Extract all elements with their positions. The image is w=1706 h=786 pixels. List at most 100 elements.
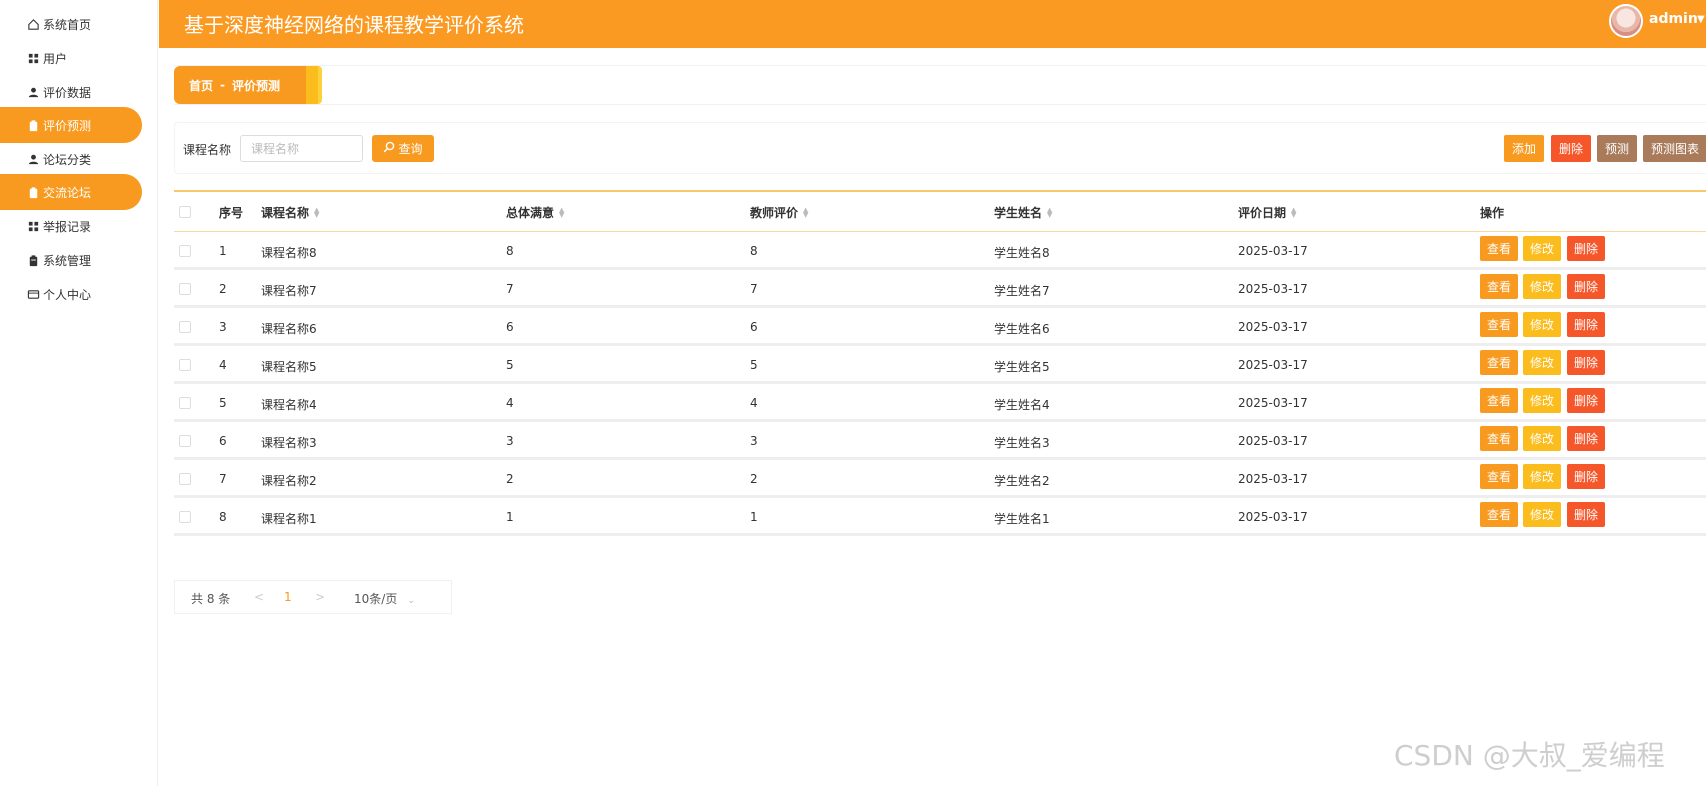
cell-course: 课程名称8 [261,246,317,260]
cell-teacher: 1 [750,510,758,524]
view-button[interactable]: 查看 [1480,388,1518,413]
sort-icon[interactable]: ▲ ▼ [1047,206,1052,218]
edit-button[interactable]: 修改 [1523,236,1561,261]
cell-date: 2025-03-17 [1238,244,1308,258]
chevron-down-icon[interactable]: ▼ [1697,14,1705,25]
username[interactable]: admin [1649,11,1698,27]
sidebar-item-8[interactable]: 个人中心 [0,276,142,312]
column-header-satisfaction[interactable]: 总体满意 ▲ ▼ [506,204,564,221]
delete-button[interactable]: 删除 [1567,236,1605,261]
sidebar-item-5[interactable]: 交流论坛 [0,174,142,210]
cell-course: 课程名称7 [261,284,317,298]
sidebar-item-label: 用户 [43,51,68,66]
sidebar-item-1[interactable]: 用户 [0,40,142,76]
sort-icon[interactable]: ▲ ▼ [314,206,319,218]
cell-teacher: 6 [750,320,758,334]
sidebar-item-7[interactable]: 系统管理 [0,242,142,278]
view-button[interactable]: 查看 [1480,274,1518,299]
cell-index: 6 [219,434,227,448]
cell-course: 课程名称3 [261,436,317,450]
data-table: 序号 课程名称 ▲ ▼ 总体满意 ▲ ▼ 教师评价 ▲ ▼ 学生姓名 ▲ ▼ 评价日期 ▲ ▼ 操作… [174,190,1706,536]
cell-index: 2 [219,282,227,296]
row-checkbox[interactable] [179,283,191,295]
cell-index: 8 [219,510,227,524]
view-button[interactable]: 查看 [1480,464,1518,489]
row-checkbox[interactable] [179,321,191,333]
sidebar-item-6[interactable]: 举报记录 [0,208,142,244]
cell-teacher: 5 [750,358,758,372]
row-checkbox[interactable] [179,435,191,447]
search-input[interactable] [240,135,363,162]
table-body: 1 课程名称8 8 8 学生姓名8 2025-03-17 查看 修改 删除 2 课程名称7 7 7 学生姓… [174,232,1706,536]
app-title: 基于深度神经网络的课程教学评价系统 [184,13,524,37]
sort-icon[interactable]: ▲ ▼ [559,206,564,218]
row-checkbox[interactable] [179,511,191,523]
cell-teacher: 7 [750,282,758,296]
sidebar-item-3[interactable]: 评价预测 [0,107,142,143]
column-label: 评价日期 [1238,206,1287,220]
view-button[interactable]: 查看 [1480,502,1518,527]
view-button[interactable]: 查看 [1480,236,1518,261]
cell-date: 2025-03-17 [1238,472,1308,486]
pagination-total: 共 8 条 [191,592,231,606]
table-row: 2 课程名称7 7 7 学生姓名7 2025-03-17 查看 修改 删除 [174,270,1706,308]
row-checkbox[interactable] [179,359,191,371]
delete-button[interactable]: 删除 [1567,464,1605,489]
breadcrumb-current: 评价预测 [232,78,281,93]
view-button[interactable]: 查看 [1480,426,1518,451]
cell-index: 7 [219,472,227,486]
delete-button[interactable]: 删除 [1567,502,1605,527]
cell-satisfaction: 4 [506,396,514,410]
avatar[interactable] [1609,4,1643,38]
prev-page-button[interactable]: < [254,590,264,604]
row-checkbox[interactable] [179,473,191,485]
row-checkbox[interactable] [179,245,191,257]
view-button[interactable]: 查看 [1480,312,1518,337]
breadcrumb-separator: - [220,78,225,92]
predict-button[interactable]: 预测 [1597,135,1637,162]
table-row: 7 课程名称2 2 2 学生姓名2 2025-03-17 查看 修改 删除 [174,460,1706,498]
sidebar-item-label: 评价数据 [43,85,92,100]
select-all-checkbox[interactable] [179,206,191,218]
edit-button[interactable]: 修改 [1523,312,1561,337]
column-header-student[interactable]: 学生姓名 ▲ ▼ [994,204,1052,221]
sidebar-item-2[interactable]: 评价数据 [0,74,142,110]
sort-icon[interactable]: ▲ ▼ [803,206,808,218]
delete-button[interactable]: 删除 [1567,274,1605,299]
search-button[interactable]: 查询 [372,135,434,162]
edit-button[interactable]: 修改 [1523,502,1561,527]
sort-icon[interactable]: ▲ ▼ [1291,206,1296,218]
cell-student: 学生姓名4 [994,398,1050,412]
predict-chart-button[interactable]: 预测图表 [1643,135,1706,162]
page-size-select[interactable]: 10条/页 ⌄ [354,590,415,607]
delete-button[interactable]: 删除 [1567,312,1605,337]
table-row: 3 课程名称6 6 6 学生姓名6 2025-03-17 查看 修改 删除 [174,308,1706,346]
view-button[interactable]: 查看 [1480,350,1518,375]
row-checkbox[interactable] [179,397,191,409]
column-header-teacher[interactable]: 教师评价 ▲ ▼ [750,204,808,221]
column-header-date[interactable]: 评价日期 ▲ ▼ [1238,204,1296,221]
breadcrumb-home[interactable]: 首页 [189,77,213,94]
column-header-course[interactable]: 课程名称 ▲ ▼ [261,204,319,221]
delete-button[interactable]: 删除 [1567,350,1605,375]
search-button-label: 查询 [398,142,423,156]
sidebar-item-4[interactable]: 论坛分类 [0,141,142,177]
edit-button[interactable]: 修改 [1523,388,1561,413]
edit-button[interactable]: 修改 [1523,274,1561,299]
edit-button[interactable]: 修改 [1523,464,1561,489]
edit-button[interactable]: 修改 [1523,426,1561,451]
sidebar-item-label: 交流论坛 [43,185,92,200]
add-button[interactable]: 添加 [1504,135,1544,162]
table-header: 序号 课程名称 ▲ ▼ 总体满意 ▲ ▼ 教师评价 ▲ ▼ 学生姓名 ▲ ▼ 评价日期 ▲ ▼ 操作 [174,190,1706,232]
next-page-button[interactable]: > [315,590,325,604]
page-number-1[interactable]: 1 [284,590,292,604]
edit-button[interactable]: 修改 [1523,350,1561,375]
batch-delete-button[interactable]: 删除 [1551,135,1591,162]
cell-student: 学生姓名3 [994,436,1050,450]
delete-button[interactable]: 删除 [1567,426,1605,451]
delete-button[interactable]: 删除 [1567,388,1605,413]
sidebar-item-0[interactable]: 系统首页 [0,6,142,42]
column-label: 学生姓名 [994,206,1043,220]
cell-satisfaction: 6 [506,320,514,334]
cell-satisfaction: 1 [506,510,514,524]
